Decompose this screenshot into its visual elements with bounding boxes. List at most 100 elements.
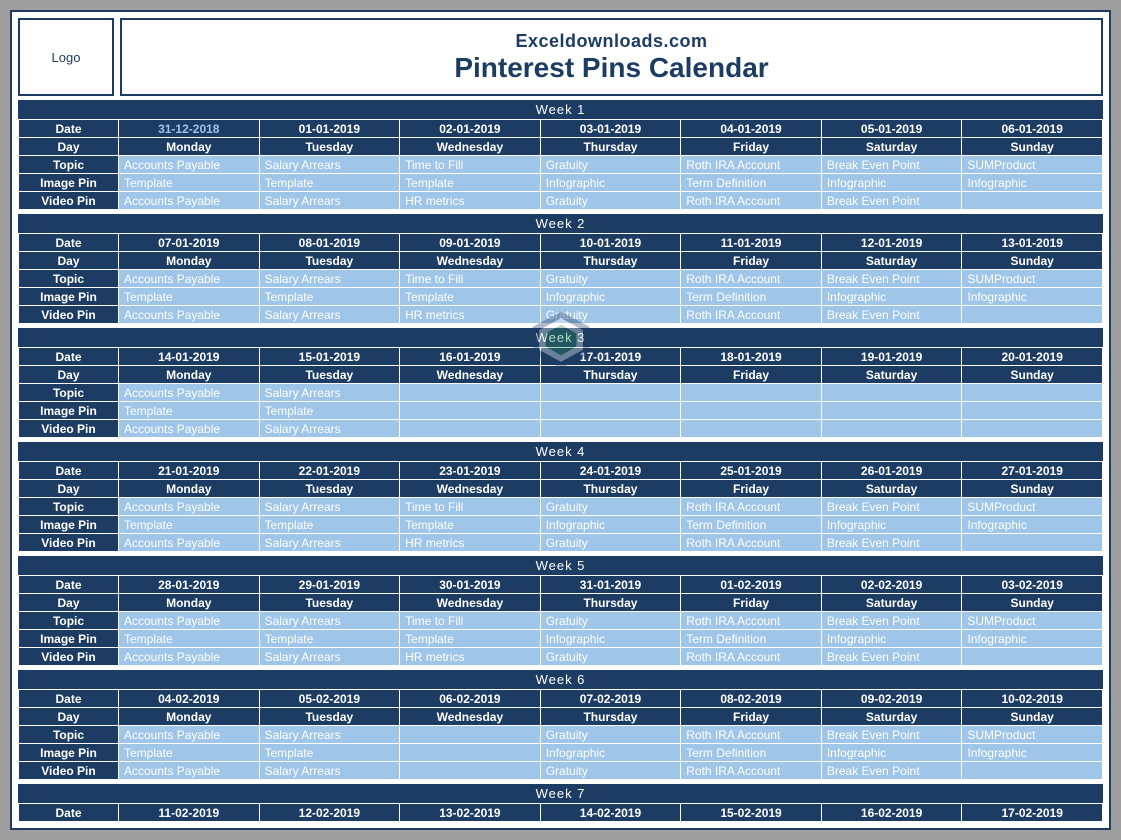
cell[interactable]: 14-01-2019 — [119, 348, 260, 366]
cell[interactable] — [962, 420, 1103, 438]
cell[interactable]: Saturday — [821, 594, 962, 612]
cell[interactable]: Template — [259, 288, 400, 306]
cell[interactable]: Roth IRA Account — [681, 762, 822, 780]
cell[interactable]: Roth IRA Account — [681, 534, 822, 552]
cell[interactable] — [681, 384, 822, 402]
cell[interactable]: Time to Fill — [400, 498, 541, 516]
cell[interactable]: Roth IRA Account — [681, 270, 822, 288]
cell[interactable]: 08-02-2019 — [681, 690, 822, 708]
cell[interactable]: Gratuity — [540, 270, 681, 288]
cell[interactable]: Monday — [119, 480, 260, 498]
cell[interactable]: Roth IRA Account — [681, 306, 822, 324]
cell[interactable]: HR metrics — [400, 306, 541, 324]
cell[interactable]: Monday — [119, 252, 260, 270]
cell[interactable]: Roth IRA Account — [681, 192, 822, 210]
cell[interactable]: Infographic — [540, 744, 681, 762]
cell[interactable]: Term Definition — [681, 174, 822, 192]
cell[interactable]: Tuesday — [259, 708, 400, 726]
cell[interactable]: Salary Arrears — [259, 762, 400, 780]
cell[interactable]: Term Definition — [681, 288, 822, 306]
cell[interactable] — [821, 420, 962, 438]
cell[interactable]: 12-01-2019 — [821, 234, 962, 252]
cell[interactable]: 23-01-2019 — [400, 462, 541, 480]
cell[interactable]: 17-01-2019 — [540, 348, 681, 366]
cell[interactable]: Template — [259, 516, 400, 534]
cell[interactable]: 10-02-2019 — [962, 690, 1103, 708]
cell[interactable]: Thursday — [540, 708, 681, 726]
cell[interactable]: Infographic — [540, 516, 681, 534]
cell[interactable] — [962, 192, 1103, 210]
cell[interactable]: Monday — [119, 594, 260, 612]
cell[interactable]: Break Even Point — [821, 498, 962, 516]
cell[interactable]: Gratuity — [540, 762, 681, 780]
cell[interactable]: Infographic — [821, 744, 962, 762]
cell[interactable]: 09-02-2019 — [821, 690, 962, 708]
cell[interactable]: Infographic — [962, 174, 1103, 192]
cell[interactable]: Gratuity — [540, 534, 681, 552]
cell[interactable]: Salary Arrears — [259, 306, 400, 324]
cell[interactable]: Accounts Payable — [119, 156, 260, 174]
cell[interactable]: Sunday — [962, 708, 1103, 726]
cell[interactable]: 03-02-2019 — [962, 576, 1103, 594]
cell[interactable]: Salary Arrears — [259, 420, 400, 438]
cell[interactable]: Saturday — [821, 480, 962, 498]
cell[interactable]: Tuesday — [259, 366, 400, 384]
cell[interactable]: 31-12-2018 — [119, 120, 260, 138]
cell[interactable]: Term Definition — [681, 630, 822, 648]
cell[interactable]: Wednesday — [400, 252, 541, 270]
cell[interactable]: Accounts Payable — [119, 612, 260, 630]
cell[interactable] — [681, 402, 822, 420]
cell[interactable]: Template — [400, 516, 541, 534]
cell[interactable]: 07-02-2019 — [540, 690, 681, 708]
cell[interactable] — [400, 726, 541, 744]
cell[interactable]: Infographic — [821, 174, 962, 192]
cell[interactable]: Gratuity — [540, 192, 681, 210]
cell[interactable] — [962, 402, 1103, 420]
cell[interactable]: Thursday — [540, 252, 681, 270]
cell[interactable]: Term Definition — [681, 744, 822, 762]
cell[interactable]: Template — [119, 174, 260, 192]
cell[interactable]: Tuesday — [259, 594, 400, 612]
cell[interactable]: Roth IRA Account — [681, 726, 822, 744]
cell[interactable] — [400, 402, 541, 420]
cell[interactable]: 18-01-2019 — [681, 348, 822, 366]
cell[interactable]: SUMProduct — [962, 156, 1103, 174]
cell[interactable]: Saturday — [821, 708, 962, 726]
cell[interactable]: Monday — [119, 366, 260, 384]
cell[interactable]: 08-01-2019 — [259, 234, 400, 252]
cell[interactable]: Salary Arrears — [259, 612, 400, 630]
cell[interactable]: Break Even Point — [821, 192, 962, 210]
cell[interactable] — [962, 534, 1103, 552]
cell[interactable]: Infographic — [962, 744, 1103, 762]
cell[interactable]: 12-02-2019 — [259, 804, 400, 822]
cell[interactable]: Roth IRA Account — [681, 612, 822, 630]
cell[interactable]: Salary Arrears — [259, 534, 400, 552]
cell[interactable]: 01-01-2019 — [259, 120, 400, 138]
cell[interactable]: Template — [259, 744, 400, 762]
cell[interactable]: Template — [400, 288, 541, 306]
cell[interactable]: 06-02-2019 — [400, 690, 541, 708]
cell[interactable]: 16-02-2019 — [821, 804, 962, 822]
cell[interactable]: Accounts Payable — [119, 726, 260, 744]
cell[interactable]: 22-01-2019 — [259, 462, 400, 480]
cell[interactable]: Sunday — [962, 252, 1103, 270]
cell[interactable]: Time to Fill — [400, 612, 541, 630]
cell[interactable]: Infographic — [540, 288, 681, 306]
cell[interactable]: Template — [259, 402, 400, 420]
cell[interactable]: Salary Arrears — [259, 498, 400, 516]
cell[interactable]: Time to Fill — [400, 270, 541, 288]
cell[interactable]: 13-01-2019 — [962, 234, 1103, 252]
cell[interactable]: Friday — [681, 366, 822, 384]
cell[interactable]: Accounts Payable — [119, 192, 260, 210]
cell[interactable]: Gratuity — [540, 498, 681, 516]
cell[interactable]: Break Even Point — [821, 270, 962, 288]
cell[interactable]: Gratuity — [540, 726, 681, 744]
cell[interactable]: Break Even Point — [821, 648, 962, 666]
cell[interactable] — [540, 384, 681, 402]
cell[interactable]: Term Definition — [681, 516, 822, 534]
cell[interactable]: 17-02-2019 — [962, 804, 1103, 822]
cell[interactable]: Infographic — [821, 630, 962, 648]
cell[interactable] — [400, 762, 541, 780]
cell[interactable]: Template — [119, 744, 260, 762]
cell[interactable] — [400, 744, 541, 762]
